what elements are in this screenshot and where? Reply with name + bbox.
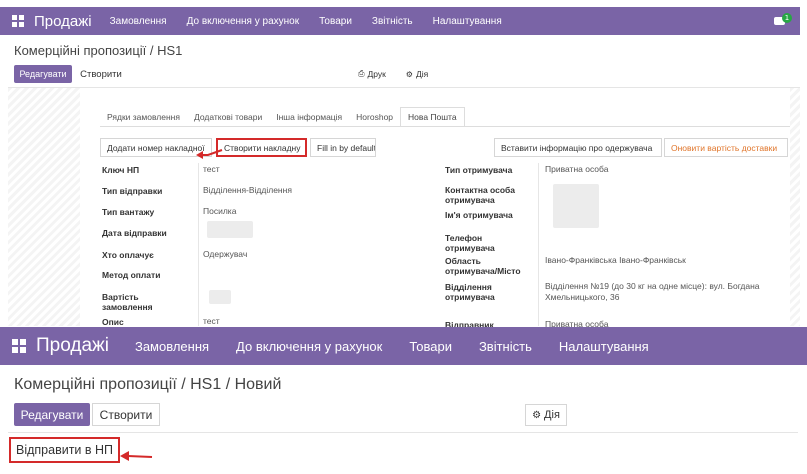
print-icon: ⎙ (358, 69, 365, 78)
tabs-underline (100, 126, 790, 127)
print-label: Друк (367, 69, 386, 79)
breadcrumb[interactable]: Комерційні пропозиції / HS1 (14, 43, 182, 58)
app-title[interactable]: Продажі (36, 335, 109, 357)
gear-icon: ⚙ (532, 409, 542, 421)
field-label-payer: Хто оплачує (102, 250, 154, 260)
field-value-order-cost[interactable] (209, 290, 231, 304)
menu-settings[interactable]: Налаштування (559, 339, 649, 354)
field-value-description[interactable]: тест (203, 316, 220, 327)
tab-order-lines[interactable]: Рядки замовлення (100, 107, 187, 127)
annotation-arrow-bottom (120, 451, 153, 461)
field-label-cargo-type: Тип вантажу (102, 207, 155, 217)
field-value-ship-date[interactable] (207, 221, 253, 238)
create-waybill-button[interactable]: Створити накладну (216, 138, 307, 157)
app-title[interactable]: Продажі (34, 13, 92, 30)
menu-reporting[interactable]: Звітність (479, 339, 532, 354)
tab-optional-products[interactable]: Додаткові товари (187, 107, 269, 127)
bottom-navbar: Продажі Замовлення До включення у рахуно… (0, 327, 807, 365)
background-pattern (8, 88, 80, 326)
tab-horoshop[interactable]: Horoshop (349, 107, 400, 127)
menu-products[interactable]: Товари (409, 339, 452, 354)
field-divider (198, 163, 199, 326)
form-sheet: Рядки замовлення Додаткові товари Інша і… (80, 88, 790, 330)
notification-badge: 1 (782, 13, 792, 23)
field-divider-right (538, 163, 539, 326)
grid-menu-icon[interactable] (12, 15, 24, 27)
field-value-np-key[interactable]: тест (203, 164, 220, 175)
menu-products[interactable]: Товари (319, 16, 352, 27)
field-label-description: Опис (102, 317, 124, 327)
field-label-contact-person: Контактна особа отримувача (445, 185, 516, 205)
create-button[interactable]: Створити (76, 65, 126, 83)
notebook-tabs: Рядки замовлення Додаткові товари Інша і… (100, 107, 465, 127)
menu-orders[interactable]: Замовлення (110, 16, 167, 27)
field-label-np-key: Ключ НП (102, 165, 140, 175)
field-label-order-cost: Вартість замовлення (102, 292, 153, 312)
update-delivery-cost-button[interactable]: Оновити вартість доставки (664, 138, 788, 157)
field-label-shipping-type: Тип відправки (102, 186, 163, 196)
top-navbar: Продажі Замовлення До включення у рахуно… (0, 7, 800, 35)
field-value-recipient-type[interactable]: Приватна особа (545, 164, 608, 175)
field-label-recipient-region-city: Область отримувача/Місто (445, 256, 521, 276)
insert-recipient-info-button[interactable]: Вставити інформацію про одержувача (494, 138, 662, 157)
field-value-cargo-type[interactable]: Посилка (203, 206, 236, 217)
field-label-recipient-name: Ім'я отримувача (445, 210, 513, 220)
action-button-bottom[interactable]: ⚙ Дія (525, 404, 567, 426)
field-label-recipient-branch: Відділення отримувача (445, 282, 495, 302)
menu-reporting[interactable]: Звітність (372, 16, 413, 27)
print-button[interactable]: ⎙ Друк (352, 66, 392, 82)
annotation-arrow-top (196, 149, 223, 159)
field-label-recipient-phone: Телефон отримувача (445, 233, 495, 253)
field-label-recipient-type: Тип отримувача (445, 165, 513, 175)
tab-other-info[interactable]: Інша інформація (269, 107, 349, 127)
send-to-np-button[interactable]: Відправити в НП (9, 437, 120, 463)
action-button[interactable]: ⚙ Дія (402, 66, 432, 82)
field-value-payer[interactable]: Одержувач (203, 249, 247, 260)
field-label-ship-date: Дата відправки (102, 228, 167, 238)
edit-button[interactable]: Редагувати (14, 65, 72, 83)
create-button-bottom[interactable]: Створити (92, 403, 160, 426)
field-value-recipient-region-city[interactable]: Івано-Франківська Івано-Франківськ (545, 255, 686, 266)
background-pattern-right (790, 88, 800, 326)
action-label: Дія (544, 409, 560, 421)
field-value-shipping-type[interactable]: Відділення-Відділення (203, 185, 292, 196)
menu-settings[interactable]: Налаштування (433, 16, 502, 27)
grid-menu-icon[interactable] (12, 339, 26, 353)
tab-nova-poshta[interactable]: Нова Пошта (400, 107, 465, 127)
chat-button[interactable]: 1 (772, 11, 794, 31)
edit-button-bottom[interactable]: Редагувати (14, 403, 90, 426)
action-label: Дія (415, 69, 429, 79)
field-label-payment-method: Метод оплати (102, 270, 161, 280)
breadcrumb-bottom[interactable]: Комерційні пропозиції / HS1 / Новий (14, 376, 281, 394)
menu-to-invoice[interactable]: До включення у рахунок (236, 339, 382, 354)
menu-to-invoice[interactable]: До включення у рахунок (187, 16, 300, 27)
menu-orders[interactable]: Замовлення (135, 339, 209, 354)
app-switcher[interactable]: Продажі (12, 13, 110, 30)
fill-default-button[interactable]: Fill in by default (310, 138, 376, 157)
field-value-recipient-branch[interactable]: Відділення №19 (до 30 кг на одне місце):… (545, 281, 785, 303)
gear-icon: ⚙ (405, 69, 413, 79)
field-value-contact-person[interactable] (553, 184, 599, 228)
toolbar-divider-bottom (8, 432, 798, 433)
app-switcher-bottom[interactable]: Продажі (12, 335, 135, 357)
